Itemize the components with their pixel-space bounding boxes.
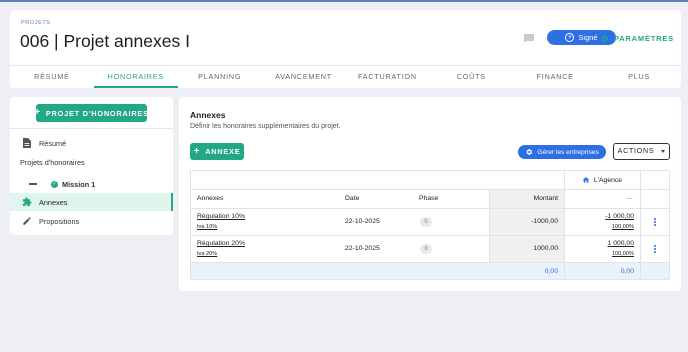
- agency-percent[interactable]: 100,00%: [567, 224, 634, 230]
- agency-header-label: L'Agence: [593, 176, 623, 184]
- col-divider: [564, 171, 565, 279]
- annexe-name-link[interactable]: Régulation 20%: [197, 240, 245, 247]
- row-divider: [191, 235, 669, 236]
- tab-honoraires[interactable]: HONORAIRES: [93, 66, 178, 88]
- col-divider: [640, 171, 641, 279]
- tva-label[interactable]: tva 10%: [197, 224, 217, 230]
- phase-badge: 0: [420, 217, 432, 227]
- comment-icon[interactable]: [522, 31, 536, 45]
- tab-plus[interactable]: PLUS: [597, 66, 681, 88]
- sidebar-item-propositions[interactable]: Propositions: [10, 212, 173, 230]
- total-agency: 0,00: [620, 268, 634, 275]
- home-icon: [582, 177, 590, 183]
- agency-header: L'Agence: [564, 176, 640, 184]
- tab-finance[interactable]: FINANCE: [513, 66, 597, 88]
- agency-percent[interactable]: 100,00%: [567, 251, 634, 257]
- montant-cell: -1000,00: [531, 218, 558, 225]
- col-header-montant: Montant: [533, 195, 558, 202]
- sidebar-item-label: Annexes: [39, 197, 68, 207]
- agency-value[interactable]: 1 000,00: [567, 240, 634, 247]
- tab-resume[interactable]: RÉSUMÉ: [10, 66, 94, 88]
- top-accent-line: [0, 0, 688, 2]
- tab-facturation[interactable]: FACTURATION: [346, 66, 430, 88]
- col-header-date: Date: [345, 195, 360, 202]
- tva-label[interactable]: tva 20%: [197, 251, 217, 257]
- pencil-icon: [21, 215, 33, 227]
- annexes-panel: Annexes Définir les honoraires supplémen…: [179, 97, 681, 291]
- breadcrumb[interactable]: PROJETS: [21, 20, 51, 26]
- plus-icon: +: [34, 107, 41, 118]
- col-header-phase: Phase: [419, 195, 439, 202]
- sidebar-item-label: Mission 1: [62, 179, 96, 189]
- status-label: Signé: [578, 33, 598, 42]
- sidebar-item-resume[interactable]: Résumé: [10, 134, 173, 152]
- sidebar-item-label: Propositions: [39, 216, 80, 226]
- actions-label: ACTIONS: [617, 148, 655, 155]
- caret-down-icon: [661, 150, 666, 153]
- sidebar-item-label: Résumé: [39, 138, 67, 148]
- drag-handle-icon[interactable]: [29, 183, 37, 185]
- date-cell: 22-10-2025: [345, 218, 380, 225]
- gerer-entreprises-label: Gérer les entreprises: [537, 148, 599, 156]
- project-header: PROJETS 006 | Projet annexes I + Signé P…: [10, 10, 681, 88]
- agency-subheader: ---: [626, 195, 633, 202]
- document-icon: [21, 137, 33, 149]
- date-cell: 22-10-2025: [345, 245, 380, 252]
- total-montant: 0,00: [544, 268, 558, 275]
- sidebar-item-mission-1[interactable]: ✓ Mission 1: [10, 175, 173, 193]
- row-menu-icon[interactable]: [651, 217, 659, 227]
- add-projet-honoraires-button[interactable]: + PROJET D'HONORAIRES: [34, 104, 149, 122]
- montant-cell: 1000,00: [533, 245, 558, 252]
- tab-avancement[interactable]: AVANCEMENT: [262, 66, 346, 88]
- tab-couts[interactable]: COÛTS: [429, 66, 513, 88]
- phase-badge: 0: [420, 244, 432, 254]
- gear-icon: [601, 34, 609, 42]
- sidebar: + PROJET D'HONORAIRES Résumé Projets d'h…: [10, 97, 173, 235]
- add-annexe-label: ANNEXE: [205, 147, 241, 156]
- divider: [10, 128, 173, 129]
- sidebar-item-annexes[interactable]: Annexes: [10, 193, 173, 211]
- col-divider: [489, 190, 490, 262]
- row-divider: [191, 208, 669, 209]
- row-divider: [191, 262, 669, 263]
- col-header-annexes: Annexes: [197, 195, 224, 202]
- check-circle-icon: ✓: [51, 180, 58, 188]
- sidebar-heading: Projets d'honoraires: [20, 158, 85, 167]
- add-projet-honoraires-label: PROJET D'HONORAIRES: [45, 108, 149, 118]
- row-divider: [191, 189, 669, 190]
- section-subtitle: Définir les honoraires supplémentaires d…: [190, 123, 341, 130]
- plus-icon: +: [193, 145, 201, 157]
- section-title: Annexes: [190, 110, 226, 120]
- row-menu-icon[interactable]: [651, 244, 659, 254]
- tab-planning[interactable]: PLANNING: [178, 66, 262, 88]
- gerer-entreprises-button[interactable]: Gérer les entreprises: [518, 145, 606, 159]
- parametres-label: PARAMÈTRES: [614, 33, 674, 43]
- actions-dropdown[interactable]: ACTIONS: [613, 143, 670, 160]
- project-tabs: RÉSUMÉ HONORAIRES PLANNING AVANCEMENT FA…: [10, 65, 681, 88]
- page-title: 006 | Projet annexes I: [20, 31, 190, 51]
- puzzle-icon: [21, 196, 33, 208]
- annexe-name-link[interactable]: Régulation 10%: [197, 213, 245, 220]
- parametres-button[interactable]: PARAMÈTRES: [600, 31, 674, 45]
- agency-value[interactable]: -1 000,00: [567, 213, 634, 220]
- plus-circle-icon: +: [565, 33, 575, 42]
- annexes-table: L'Agence --- Annexes Date Phase Montant …: [190, 170, 670, 280]
- gear-icon: [526, 149, 533, 155]
- add-annexe-button[interactable]: + ANNEXE: [190, 143, 244, 160]
